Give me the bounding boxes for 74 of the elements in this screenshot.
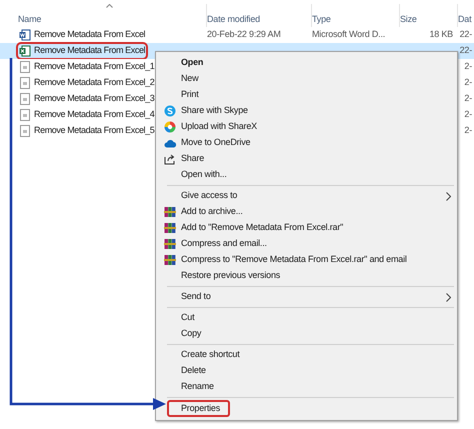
column-5-text: 2-	[464, 93, 472, 104]
column-5-text: 22-	[460, 45, 472, 56]
file-name: Remove Metadata From Excel	[34, 28, 146, 42]
archive-books-icon	[164, 222, 176, 234]
share-icon	[164, 153, 176, 165]
word-document-icon	[19, 29, 31, 41]
menu-item-label: Open with...	[181, 168, 227, 182]
column-5-text: 2-	[464, 61, 472, 72]
menu-item-label: Send to	[181, 290, 211, 304]
menu-item[interactable]: Properties	[167, 400, 230, 417]
column-header[interactable]: Name	[18, 13, 42, 26]
file-name: Remove Metadata From Excel	[34, 44, 146, 58]
spreadsheet-icon	[19, 45, 31, 57]
menu-item-label: Restore previous versions	[181, 269, 280, 282]
menu-item[interactable]: Add to "Remove Metadata From Excel.rar"	[159, 220, 454, 236]
menu-item-label: Cut	[181, 311, 194, 324]
menu-item-label: Compress and email...	[181, 237, 267, 250]
menu-item[interactable]: Move to OneDrive	[159, 135, 454, 151]
menu-item[interactable]: Delete	[159, 363, 454, 379]
menu-item[interactable]: Restore previous versions	[159, 268, 454, 284]
menu-item[interactable]: Share with Skype	[159, 103, 454, 119]
menu-item-label: Compress to "Remove Metadata From Excel.rar" and email	[181, 253, 407, 266]
menu-item[interactable]: New	[159, 71, 454, 87]
menu-item[interactable]: Send to	[159, 289, 454, 305]
menu-item-label: Share with Skype	[181, 104, 248, 118]
menu-item-label: Copy	[181, 327, 202, 340]
cloud-icon	[164, 138, 176, 148]
menu-item-label: Create shortcut	[181, 348, 240, 362]
menu-item[interactable]: Upload with ShareX	[159, 119, 454, 135]
menu-item[interactable]: Give access to	[159, 188, 454, 204]
column-5-text: 2-	[464, 77, 472, 88]
menu-item[interactable]: Compress to "Remove Metadata From Excel.rar" and email	[159, 252, 454, 268]
sharex-icon	[164, 121, 176, 133]
menu-item-label: Add to archive...	[181, 205, 243, 218]
menu-item-label: Rename	[181, 380, 214, 394]
archive-books-icon	[164, 254, 176, 266]
menu-item-label: Open	[181, 56, 204, 70]
menu-item-label: Give access to	[181, 189, 238, 202]
menu-item-label: Delete	[181, 364, 206, 378]
column-header[interactable]: Dat	[458, 13, 472, 26]
file-name: Remove Metadata From Excel_3	[34, 92, 154, 106]
file-name: Remove Metadata From Excel_2	[34, 76, 154, 90]
menu-item[interactable]: Compress and email...	[159, 236, 454, 252]
menu-item-label: Move to OneDrive	[181, 136, 250, 150]
menu-item[interactable]: Copy	[159, 326, 454, 342]
menu-item[interactable]: Open with...	[159, 167, 454, 183]
menu-item[interactable]: Share	[159, 151, 454, 167]
file-type: Microsoft Word D...	[312, 29, 386, 40]
archive-books-icon	[164, 206, 176, 218]
column-header[interactable]: Type	[312, 13, 331, 26]
file-size: 18 KB	[429, 29, 453, 40]
menu-item-label: Add to "Remove Metadata From Excel.rar"	[181, 221, 344, 234]
file-name: Remove Metadata From Excel_4	[34, 108, 154, 122]
column-header[interactable]: Date modified	[207, 13, 260, 26]
menu-item-label: New	[181, 72, 198, 86]
file-name: Remove Metadata From Excel_5	[34, 124, 154, 138]
menu-item-label: Upload with ShareX	[181, 120, 257, 134]
archive-books-icon	[164, 238, 176, 250]
date-modified: 20-Feb-22 9:29 AM	[207, 29, 281, 40]
menu-item[interactable]: Cut	[159, 310, 454, 326]
menu-item-label: Share	[181, 152, 204, 166]
skype-icon	[164, 105, 176, 117]
file-name: Remove Metadata From Excel_1	[34, 60, 154, 74]
column-header[interactable]: Size	[400, 13, 417, 26]
menu-item-label: Print	[181, 88, 199, 102]
menu-item[interactable]: Open	[159, 55, 454, 71]
menu-item-label: Properties	[181, 402, 220, 415]
menu-item[interactable]: Add to archive...	[159, 204, 454, 220]
column-5-text: 22-	[460, 29, 472, 40]
column-5-text: 2-	[464, 125, 472, 136]
menu-item[interactable]: Create shortcut	[159, 347, 454, 363]
menu-item[interactable]: Rename	[159, 379, 454, 395]
column-5-text: 2-	[464, 109, 472, 120]
menu-item[interactable]: Print	[159, 87, 454, 103]
